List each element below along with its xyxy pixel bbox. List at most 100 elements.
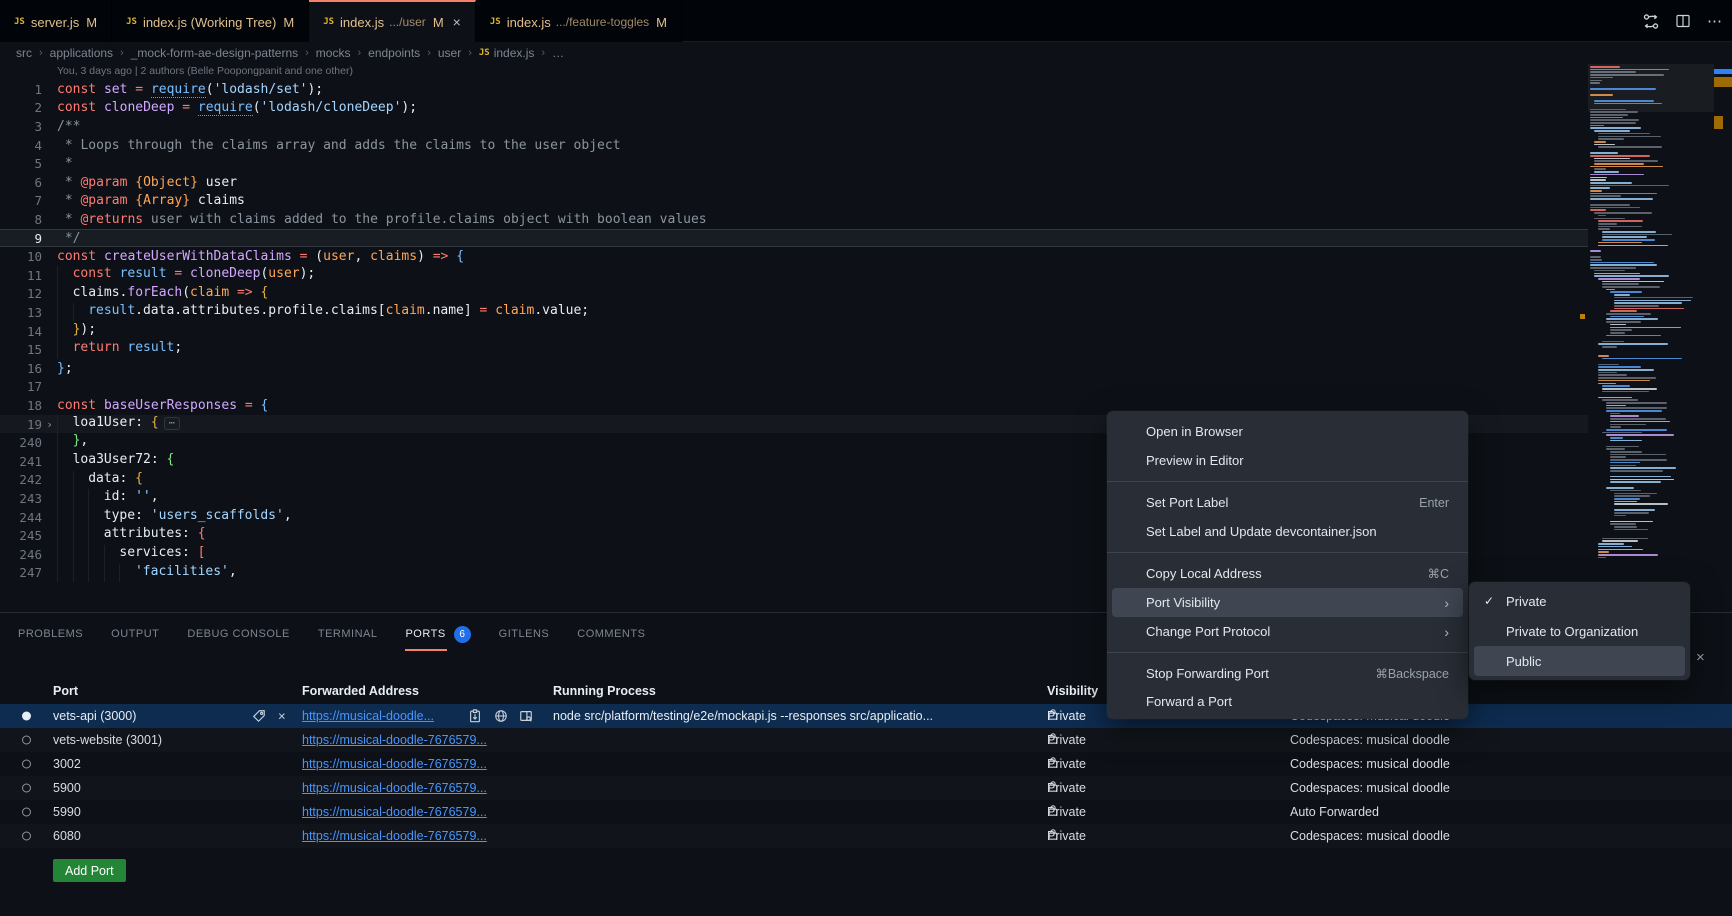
split-editor-icon[interactable] <box>1674 12 1692 30</box>
forwarded-address-link[interactable]: https://musical-doodle-7676579... <box>302 805 487 819</box>
code-editor[interactable]: You, 3 days ago | 2 authors (Belle Poopo… <box>0 64 1732 612</box>
code-token: cloneDeep <box>104 100 174 115</box>
panel-tab-comments[interactable]: COMMENTS <box>577 622 645 646</box>
forwarded-address-link[interactable]: https://musical-doodle... <box>302 709 434 723</box>
forwarded-address-link[interactable]: https://musical-doodle-7676579... <box>302 829 487 843</box>
minimap-marker <box>1580 314 1585 319</box>
code-token: * Loops through the claims array and add… <box>57 138 621 153</box>
code-text: loa1User: {⋯ <box>57 415 180 434</box>
open-changes-icon[interactable] <box>1642 12 1660 30</box>
code-line-10[interactable]: 10const createUserWithDataClaims = (user… <box>0 247 1588 266</box>
close-icon[interactable]: × <box>1696 649 1705 666</box>
submenu-item-public[interactable]: Public <box>1474 646 1685 676</box>
breadcrumb-item-applications[interactable]: applications <box>50 46 113 60</box>
fold-chevron-icon[interactable]: › <box>42 418 57 431</box>
tab-index-js-feature-toggles[interactable]: JSindex.js.../feature-togglesM <box>476 0 682 42</box>
menu-item-copy-local-address[interactable]: Copy Local Address⌘C <box>1112 559 1463 588</box>
menu-item-shortcut: ⌘C <box>1427 566 1449 581</box>
minimap-line <box>1610 327 1681 329</box>
panel-tab-ports[interactable]: PORTS6 <box>405 620 470 649</box>
tab-server-js[interactable]: JSserver.jsM <box>0 0 112 42</box>
menu-item-forward-a-port[interactable]: Forward a Port <box>1112 687 1463 715</box>
tab-index-js-user[interactable]: JSindex.js.../userM× <box>309 0 476 43</box>
code-line-6[interactable]: 6 * @param {Object} user <box>0 173 1588 192</box>
set-label-icon[interactable] <box>252 709 266 723</box>
code-token: * <box>57 156 73 171</box>
ports-count-badge: 6 <box>454 626 471 643</box>
code-line-3[interactable]: 3/** <box>0 117 1588 136</box>
code-line-14[interactable]: 14}); <box>0 322 1588 341</box>
minimap-line <box>1598 220 1643 222</box>
js-file-icon: JS <box>479 48 490 58</box>
code-line-8[interactable]: 8 * @returns user with claims added to t… <box>0 210 1588 229</box>
panel-tab-output[interactable]: OUTPUT <box>111 622 159 646</box>
code-line-9[interactable]: 9 */ <box>0 229 1588 248</box>
panel-tab-debug-console[interactable]: DEBUG CONSOLE <box>187 622 289 646</box>
code-token: ); <box>80 322 96 337</box>
more-actions-icon[interactable]: ⋯ <box>1706 12 1724 30</box>
panel-tab-terminal[interactable]: TERMINAL <box>318 622 378 646</box>
port-row-vets-api-3000-[interactable]: vets-api (3000)×https://musical-doodle..… <box>0 704 1732 728</box>
forwarded-address-link[interactable]: https://musical-doodle-7676579... <box>302 733 487 747</box>
js-file-icon: JS <box>323 17 334 27</box>
minimap-line <box>1610 451 1642 453</box>
minimap[interactable] <box>1588 64 1712 590</box>
breadcrumb-item--mock-form-ae-design-patterns[interactable]: _mock-form-ae-design-patterns <box>131 46 298 60</box>
code-text: loa3User72: { <box>57 452 174 471</box>
code-line-11[interactable]: 11const result = cloneDeep(user); <box>0 266 1588 285</box>
editor-scrollbar[interactable] <box>1714 64 1732 590</box>
minimap-line <box>1610 490 1641 492</box>
port-row-5990[interactable]: 5990https://musical-doodle-7676579...Pri… <box>0 800 1732 824</box>
code-line-2[interactable]: 2const cloneDeep = require('lodash/clone… <box>0 99 1588 118</box>
copy-address-icon[interactable] <box>468 709 482 723</box>
panel-tab-problems[interactable]: PROBLEMS <box>18 622 83 646</box>
breadcrumb-item-user[interactable]: user <box>438 46 461 60</box>
breadcrumb-item-mocks[interactable]: mocks <box>316 46 351 60</box>
code-line-16[interactable]: 16}; <box>0 359 1588 378</box>
code-line-4[interactable]: 4 * Loops through the claims array and a… <box>0 136 1588 155</box>
breadcrumb-item-src[interactable]: src <box>16 46 32 60</box>
port-row-6080[interactable]: 6080https://musical-doodle-7676579...Pri… <box>0 824 1732 848</box>
submenu-item-private[interactable]: ✓Private <box>1474 586 1685 616</box>
minimap-line <box>1590 174 1644 176</box>
menu-item-stop-forwarding-port[interactable]: Stop Forwarding Port⌘Backspace <box>1112 659 1463 687</box>
add-port-button[interactable]: Add Port <box>53 859 126 882</box>
port-row-3002[interactable]: 3002https://musical-doodle-7676579...Pri… <box>0 752 1732 776</box>
minimap-line <box>1610 418 1666 420</box>
open-in-browser-icon[interactable] <box>494 709 508 723</box>
breadcrumb-item--[interactable]: … <box>552 46 564 60</box>
line-number: 8 <box>0 212 42 227</box>
submenu-item-private-to-organization[interactable]: Private to Organization <box>1474 616 1685 646</box>
tab-close-icon[interactable]: × <box>453 14 461 30</box>
menu-item-port-visibility[interactable]: Port Visibility› <box>1112 588 1463 617</box>
forwarded-address-link[interactable]: https://musical-doodle-7676579... <box>302 757 487 771</box>
panel-tab-gitlens[interactable]: GITLENS <box>499 622 550 646</box>
code-line-5[interactable]: 5 * <box>0 154 1588 173</box>
menu-item-open-in-browser[interactable]: Open in Browser <box>1112 417 1463 446</box>
port-row-5900[interactable]: 5900https://musical-doodle-7676579...Pri… <box>0 776 1732 800</box>
breadcrumb-item-endpoints[interactable]: endpoints <box>368 46 420 60</box>
stop-forwarding-icon[interactable]: × <box>278 709 286 724</box>
code-line-7[interactable]: 7 * @param {Array} claims <box>0 192 1588 211</box>
codelens-annotation[interactable]: You, 3 days ago | 2 authors (Belle Poopo… <box>57 65 353 77</box>
menu-item-set-port-label[interactable]: Set Port LabelEnter <box>1112 488 1463 517</box>
minimap-line <box>1598 215 1606 217</box>
menu-item-set-label-and-update-devcontainer-json[interactable]: Set Label and Update devcontainer.json <box>1112 517 1463 546</box>
indent-guide <box>88 489 104 508</box>
forwarded-address-link[interactable]: https://musical-doodle-7676579... <box>302 781 487 795</box>
code-line-15[interactable]: 15return result; <box>0 340 1588 359</box>
minimap-line <box>1594 103 1662 105</box>
code-text: * @param {Object} user <box>57 175 237 190</box>
menu-item-label: Open in Browser <box>1146 424 1449 439</box>
port-row-vets-website-3001-[interactable]: vets-website (3001)https://musical-doodl… <box>0 728 1732 752</box>
code-line-1[interactable]: 1const set = require('lodash/set'); <box>0 80 1588 99</box>
preview-in-editor-icon[interactable] <box>519 709 533 723</box>
menu-item-change-port-protocol[interactable]: Change Port Protocol› <box>1112 617 1463 646</box>
code-line-17[interactable]: 17 <box>0 378 1588 397</box>
code-line-12[interactable]: 12claims.forEach(claim => { <box>0 285 1588 304</box>
tab-index-js-working-tree[interactable]: JSindex.js (Working Tree)M <box>112 0 309 42</box>
code-line-13[interactable]: 13result.data.attributes.profile.claims[… <box>0 303 1588 322</box>
minimap-line <box>1602 385 1630 387</box>
breadcrumb-item-index-js[interactable]: JSindex.js <box>479 46 535 60</box>
menu-item-preview-in-editor[interactable]: Preview in Editor <box>1112 446 1463 475</box>
